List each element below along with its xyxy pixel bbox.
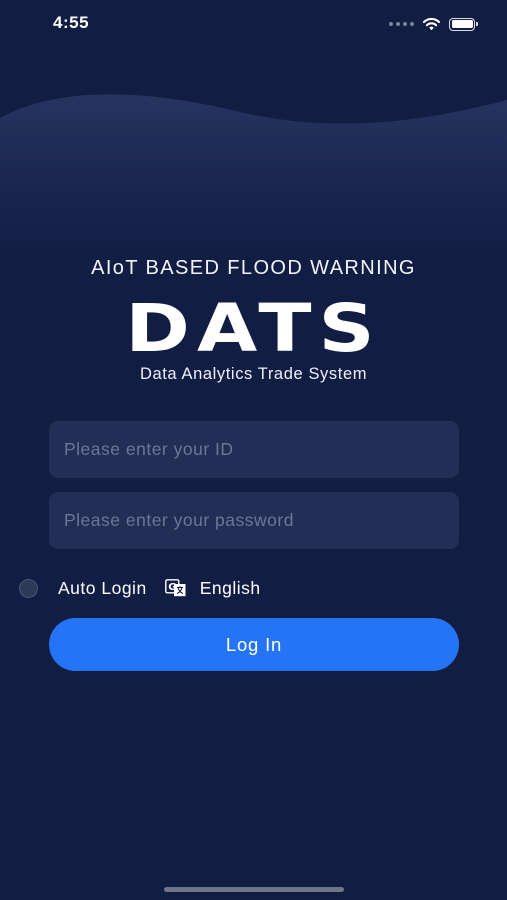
auto-login-toggle[interactable]: [19, 578, 38, 598]
translate-icon: G: [164, 579, 186, 597]
auto-login-label[interactable]: Auto Login: [58, 578, 147, 599]
status-time: 4:55: [53, 13, 90, 32]
login-options-row: Auto Login G English: [19, 575, 261, 601]
wifi-icon: [422, 17, 441, 31]
status-icons: [389, 15, 478, 33]
language-selector[interactable]: G English: [164, 577, 261, 599]
app-headline: AIoT BASED FLOOD WARNING: [91, 257, 416, 279]
signal-dots-icon: [389, 22, 414, 26]
battery-icon: [449, 17, 478, 31]
logo-tagline: Data Analytics Trade System: [139, 365, 368, 383]
login-button[interactable]: Log In: [49, 618, 459, 671]
login-screen: 4:55 AIoT BASED FLOOD WARNING DATS Data …: [0, 0, 507, 900]
dats-logo: DATS: [125, 290, 382, 367]
language-label: English: [199, 577, 261, 598]
home-indicator: [164, 887, 344, 892]
status-bar: 4:55: [0, 0, 507, 48]
password-input[interactable]: [49, 492, 459, 549]
id-input[interactable]: [49, 421, 459, 478]
